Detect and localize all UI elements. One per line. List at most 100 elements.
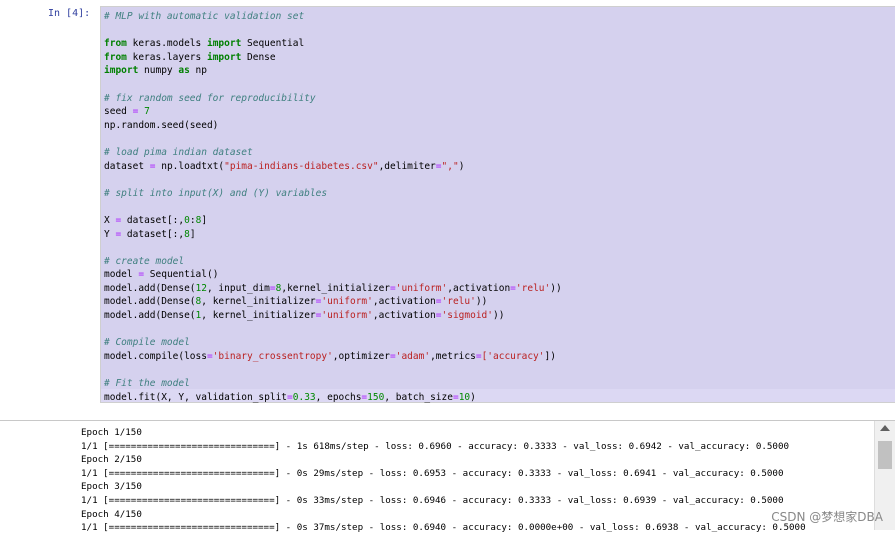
- code-token: , kernel_initializer: [201, 296, 316, 308]
- code-token: model.add(Dense(: [104, 310, 196, 322]
- code-line: seed = 7: [104, 105, 562, 119]
- code-token: np: [189, 65, 207, 77]
- output-area: Epoch 1/150 1/1 [========================…: [0, 420, 895, 533]
- output-line: Epoch 1/150: [81, 427, 142, 438]
- code-token: model.add(Dense(: [104, 282, 196, 294]
- code-line: Y = dataset[:,8]: [104, 228, 562, 242]
- code-token: seed: [104, 106, 133, 118]
- code-token: ,optimizer: [332, 350, 390, 362]
- code-token: 7: [144, 106, 150, 118]
- cell-prompt: In [4]:: [48, 8, 91, 19]
- code-line: model.add(Dense(1, kernel_initializer='u…: [104, 309, 562, 323]
- code-line: from keras.models import Sequential: [104, 37, 562, 51]
- code-token: 'uniform': [395, 282, 448, 294]
- code-token: ,activation: [447, 282, 511, 294]
- code-token: # load pima indian dataset: [104, 146, 253, 158]
- code-token: ,kernel_initializer: [281, 282, 391, 294]
- code-line: model.add(Dense(12, input_dim=8,kernel_i…: [104, 282, 562, 296]
- output-line: Epoch 2/150: [81, 454, 142, 466]
- code-token: ): [458, 160, 465, 172]
- code-token: 'uniform': [321, 310, 373, 322]
- code-line: model = Sequential(): [104, 268, 562, 282]
- watermark: CSDN @梦想家DBA: [771, 510, 883, 524]
- code-token: dataset[:,: [121, 228, 185, 240]
- code-token: 'adam': [395, 350, 431, 362]
- code-line: # Fit the model: [104, 377, 562, 391]
- code-token: ,metrics: [430, 350, 476, 362]
- code-token: ): [470, 391, 476, 403]
- code-token: # split into input(X) and (Y) variables: [104, 187, 328, 199]
- code-line: # fix random seed for reproducibility: [104, 92, 562, 106]
- code-line: model.fit(X, Y, validation_split=0.33, e…: [104, 391, 562, 405]
- code-token: 'uniform': [321, 296, 373, 308]
- code-token: import: [104, 65, 139, 77]
- code-line: # load pima indian dataset: [104, 146, 562, 160]
- scrollbar-thumb[interactable]: [878, 441, 892, 469]
- code-token: , epochs: [315, 391, 362, 403]
- code-token: # MLP with automatic validation set: [104, 11, 305, 22]
- code-token: 'relu': [515, 282, 551, 294]
- code-line: model.compile(loss='binary_crossentropy'…: [104, 350, 562, 364]
- code-token: Dense: [241, 51, 276, 63]
- output-lines: Epoch 1/150 1/1 [========================…: [81, 426, 806, 535]
- scroll-up-icon[interactable]: [880, 425, 890, 431]
- code-token: np.loadtxt(: [155, 160, 225, 172]
- code-token: )): [493, 310, 505, 322]
- code-token: Sequential: [241, 38, 305, 50]
- code-token: ",": [441, 160, 459, 172]
- code-token: ]): [544, 350, 556, 362]
- code-line: # Compile model: [104, 336, 562, 350]
- notebook-cell[interactable]: In [4]: # MLP with automatic validation …: [22, 0, 895, 420]
- code-token: Sequential(): [144, 269, 219, 281]
- code-line: # create model: [104, 255, 562, 269]
- code-token: 0.33: [292, 391, 316, 403]
- code-token: ,delimiter: [378, 160, 436, 172]
- code-token: keras.layers: [126, 51, 207, 63]
- code-line: from keras.layers import Dense: [104, 51, 562, 65]
- code-editor[interactable]: # MLP with automatic validation set from…: [100, 6, 895, 403]
- output-line: 1/1 [==============================] - 0…: [81, 467, 784, 479]
- code-line: np.random.seed(seed): [104, 119, 562, 133]
- code-token: dataset[:,: [121, 214, 185, 226]
- code-token: 10: [458, 391, 471, 403]
- output-line: Epoch 4/150: [81, 508, 142, 520]
- output-line: Epoch 3/150: [81, 481, 142, 493]
- code-token: model.fit(X, Y, validation_split: [104, 391, 288, 403]
- code-token: 'sigmoid': [441, 310, 493, 322]
- code-token: ['accuracy': [481, 350, 545, 362]
- code-token: model.compile(loss: [104, 350, 207, 362]
- code-token: Y: [104, 228, 116, 240]
- code-token: # fix random seed for reproducibility: [104, 92, 316, 104]
- output-line: 1/1 [==============================] - 0…: [81, 522, 806, 534]
- code-token: )): [475, 296, 488, 308]
- code-line: dataset = np.loadtxt("pima-indians-diabe…: [104, 160, 562, 174]
- code-token: from: [104, 38, 127, 50]
- code-token: , input_dim: [206, 282, 270, 294]
- code-token: 150: [367, 391, 385, 403]
- code-line: # split into input(X) and (Y) variables: [104, 187, 562, 201]
- code-token: np.random.seed(seed): [104, 119, 219, 131]
- code-line: # MLP with automatic validation set: [104, 10, 562, 24]
- code-token: 'relu': [441, 296, 476, 308]
- code-token: X: [104, 214, 116, 226]
- code-token: model: [104, 269, 139, 281]
- code-token: model.add(Dense(: [104, 296, 196, 308]
- code-token: numpy: [138, 65, 179, 77]
- code-token: ,activation: [372, 310, 436, 322]
- code-token: 12: [195, 282, 207, 294]
- code-token: # Compile model: [104, 337, 190, 349]
- code-token: as: [178, 65, 190, 77]
- code-token: ]: [201, 214, 208, 226]
- output-line: 1/1 [==============================] - 0…: [81, 494, 784, 506]
- code-lines: # MLP with automatic validation set from…: [104, 10, 562, 404]
- code-token: 'binary_crossentropy': [212, 350, 333, 362]
- code-token: ,activation: [372, 296, 436, 308]
- output-line: 1/1 [==============================] - 1…: [81, 440, 790, 452]
